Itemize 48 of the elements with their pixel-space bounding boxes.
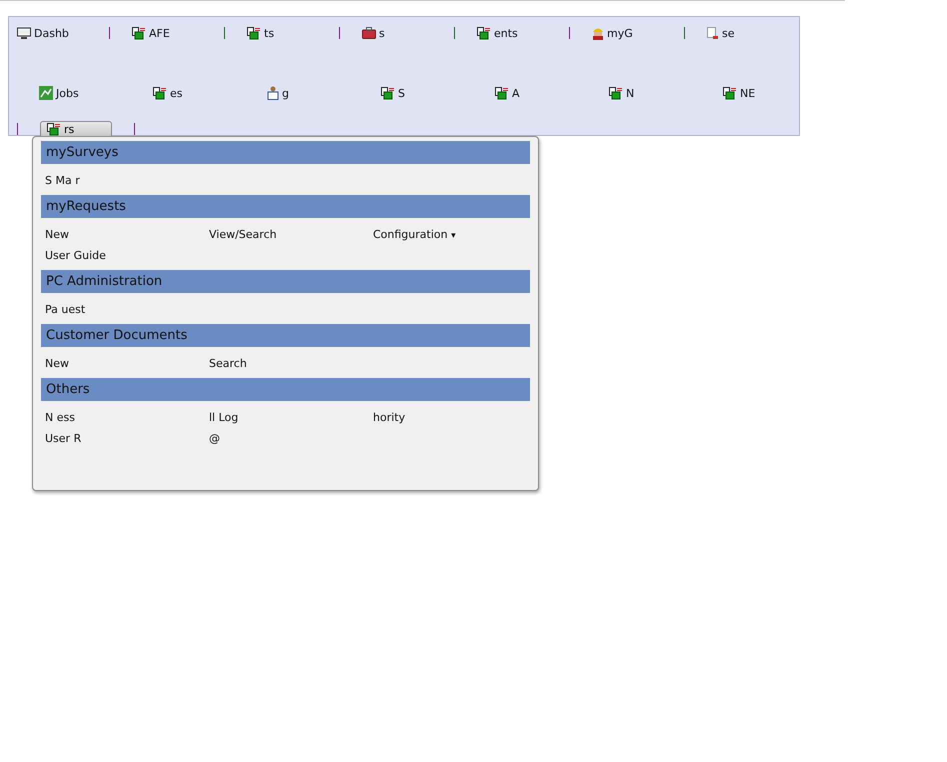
nav-link[interactable]: NE (723, 86, 793, 100)
menu-link[interactable]: N ess (45, 411, 209, 424)
nav-link[interactable]: ts (247, 26, 317, 40)
menu-link[interactable]: User R (45, 432, 209, 445)
nav-link[interactable]: Dashb (17, 26, 87, 40)
menu-link[interactable]: New (45, 357, 209, 370)
section-header: PC Administration (41, 270, 530, 293)
nav-button[interactable]: rs (40, 120, 112, 138)
section-header: myRequests (41, 195, 530, 218)
nav-link[interactable]: es (153, 86, 223, 100)
nav-link[interactable]: ents (477, 26, 547, 40)
nav-link[interactable]: myG (592, 26, 662, 40)
monitor-icon (17, 27, 31, 39)
section-header: Others (41, 378, 530, 401)
briefcase-icon (362, 27, 376, 39)
nav-link[interactable]: g (267, 86, 337, 100)
menu-link[interactable]: View/Search (209, 228, 373, 241)
document-icon (132, 26, 146, 40)
menu-link[interactable]: S Ma r (45, 174, 209, 187)
menu-link[interactable]: User Guide (45, 249, 209, 262)
document-icon (47, 122, 61, 136)
section-header: mySurveys (41, 141, 530, 164)
nav-link[interactable]: N (609, 86, 679, 100)
document-icon (153, 86, 167, 100)
hardhat-icon (592, 26, 604, 40)
document-icon (247, 26, 261, 40)
nav-link[interactable]: AFE (132, 26, 202, 40)
document-icon (477, 26, 491, 40)
menu-link[interactable]: ll Log (209, 411, 373, 424)
menu-link[interactable]: New (45, 228, 209, 241)
document-icon (495, 86, 509, 100)
document-icon (609, 86, 623, 100)
document-icon (723, 86, 737, 100)
menu-link[interactable]: Search (209, 357, 373, 370)
menu-link[interactable]: hority (373, 411, 526, 424)
menu-link[interactable]: Configuration ▾ (373, 228, 526, 241)
chart-icon (39, 86, 53, 100)
section-header: Customer Documents (41, 324, 530, 347)
nav-link[interactable]: se (707, 26, 777, 40)
nav-link[interactable]: s (362, 26, 432, 40)
nav-link[interactable]: S (381, 86, 451, 100)
document-icon (707, 26, 719, 40)
person-icon (267, 86, 279, 100)
nav-link[interactable]: Jobs (39, 86, 109, 100)
nav-link[interactable]: A (495, 86, 565, 100)
menu-link[interactable]: Pa uest (45, 303, 209, 316)
document-icon (381, 86, 395, 100)
menu-link[interactable]: @ (209, 432, 373, 445)
